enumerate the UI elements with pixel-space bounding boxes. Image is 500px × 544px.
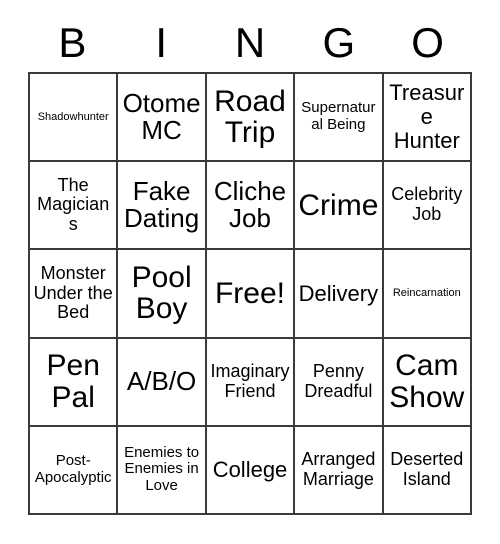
bingo-cell-label: Crime xyxy=(298,188,379,222)
bingo-cell-label: Shadowhunter xyxy=(37,110,109,123)
bingo-cell[interactable]: Fake Dating xyxy=(118,162,207,251)
bingo-header-row: B I N G O xyxy=(28,14,472,72)
bingo-cell[interactable]: Pen Pal xyxy=(30,338,119,427)
bingo-cell-label: Treasure Hunter xyxy=(389,80,465,153)
bingo-cell[interactable]: Delivery xyxy=(295,250,384,339)
bingo-cell-label: Arranged Marriage xyxy=(301,449,376,489)
bingo-cell-label: Penny Dreadful xyxy=(304,360,373,401)
header-letter-g: G xyxy=(322,19,356,66)
bingo-cell[interactable]: Celebrity Job xyxy=(383,162,472,251)
bingo-cell-label: Post-Apocalyptic xyxy=(34,452,112,486)
bingo-cell[interactable]: Treasure Hunter xyxy=(383,74,472,163)
bingo-cell-label: Road Trip xyxy=(214,84,286,150)
bingo-free-label: Free! xyxy=(214,276,285,310)
bingo-cell-free[interactable]: Free! xyxy=(206,250,296,339)
bingo-cell[interactable]: The Magicians xyxy=(30,162,119,251)
header-letter-i: I xyxy=(155,19,168,66)
bingo-cell-label: Celebrity Job xyxy=(391,184,463,225)
bingo-cell-label: Supernatural Being xyxy=(301,99,376,134)
bingo-cell[interactable]: College xyxy=(206,426,296,515)
bingo-cell[interactable]: A/B/O xyxy=(118,338,207,427)
bingo-cell-label: Cam Show xyxy=(389,349,465,414)
bingo-cell[interactable]: Post-Apocalyptic xyxy=(30,426,119,515)
bingo-cell[interactable]: Crime xyxy=(295,162,384,251)
bingo-cell-label: Fake Dating xyxy=(124,175,200,234)
bingo-cell[interactable]: Enemies to Enemies in Love xyxy=(118,426,207,515)
bingo-cell[interactable]: Imaginary Friend xyxy=(206,338,296,427)
bingo-cell[interactable]: Cliche Job xyxy=(206,162,296,251)
header-letter-n: N xyxy=(234,19,266,66)
bingo-cell[interactable]: Supernatural Being xyxy=(295,74,384,163)
bingo-cell[interactable]: Cam Show xyxy=(383,338,472,427)
bingo-card: B I N G O Shadowhunter Otome MC Road Tri… xyxy=(0,0,500,544)
bingo-cell-label: Enemies to Enemies in Love xyxy=(124,443,200,495)
bingo-cell[interactable]: Road Trip xyxy=(206,74,296,163)
bingo-cell-label: Reincarnation xyxy=(392,287,461,300)
bingo-cell-label: A/B/O xyxy=(126,365,197,396)
bingo-cell-label: Pool Boy xyxy=(131,260,192,326)
bingo-cell-label: Deserted Island xyxy=(390,449,464,489)
header-letter-b: B xyxy=(58,19,87,66)
bingo-grid: Shadowhunter Otome MC Road Trip Supernat… xyxy=(28,72,472,515)
bingo-cell[interactable]: Shadowhunter xyxy=(30,74,119,163)
bingo-cell[interactable]: Penny Dreadful xyxy=(295,338,384,427)
bingo-cell[interactable]: Arranged Marriage xyxy=(295,426,384,515)
bingo-cell-label: Pen Pal xyxy=(46,349,100,414)
bingo-cell-label: Monster Under the Bed xyxy=(33,262,113,323)
bingo-cell[interactable]: Monster Under the Bed xyxy=(30,250,119,339)
bingo-cell[interactable]: Reincarnation xyxy=(383,250,472,339)
bingo-cell-label: Cliche Job xyxy=(213,175,287,234)
bingo-cell-label: The Magicians xyxy=(37,174,110,235)
bingo-cell-label: Imaginary Friend xyxy=(210,360,290,401)
bingo-cell-label: Otome MC xyxy=(122,87,201,146)
bingo-cell-label: Delivery xyxy=(298,280,379,306)
header-letter-o: O xyxy=(411,19,444,66)
bingo-cell[interactable]: Pool Boy xyxy=(118,250,207,339)
bingo-cell-label: College xyxy=(212,457,288,483)
bingo-cell[interactable]: Otome MC xyxy=(118,74,207,163)
bingo-cell[interactable]: Deserted Island xyxy=(383,426,472,515)
